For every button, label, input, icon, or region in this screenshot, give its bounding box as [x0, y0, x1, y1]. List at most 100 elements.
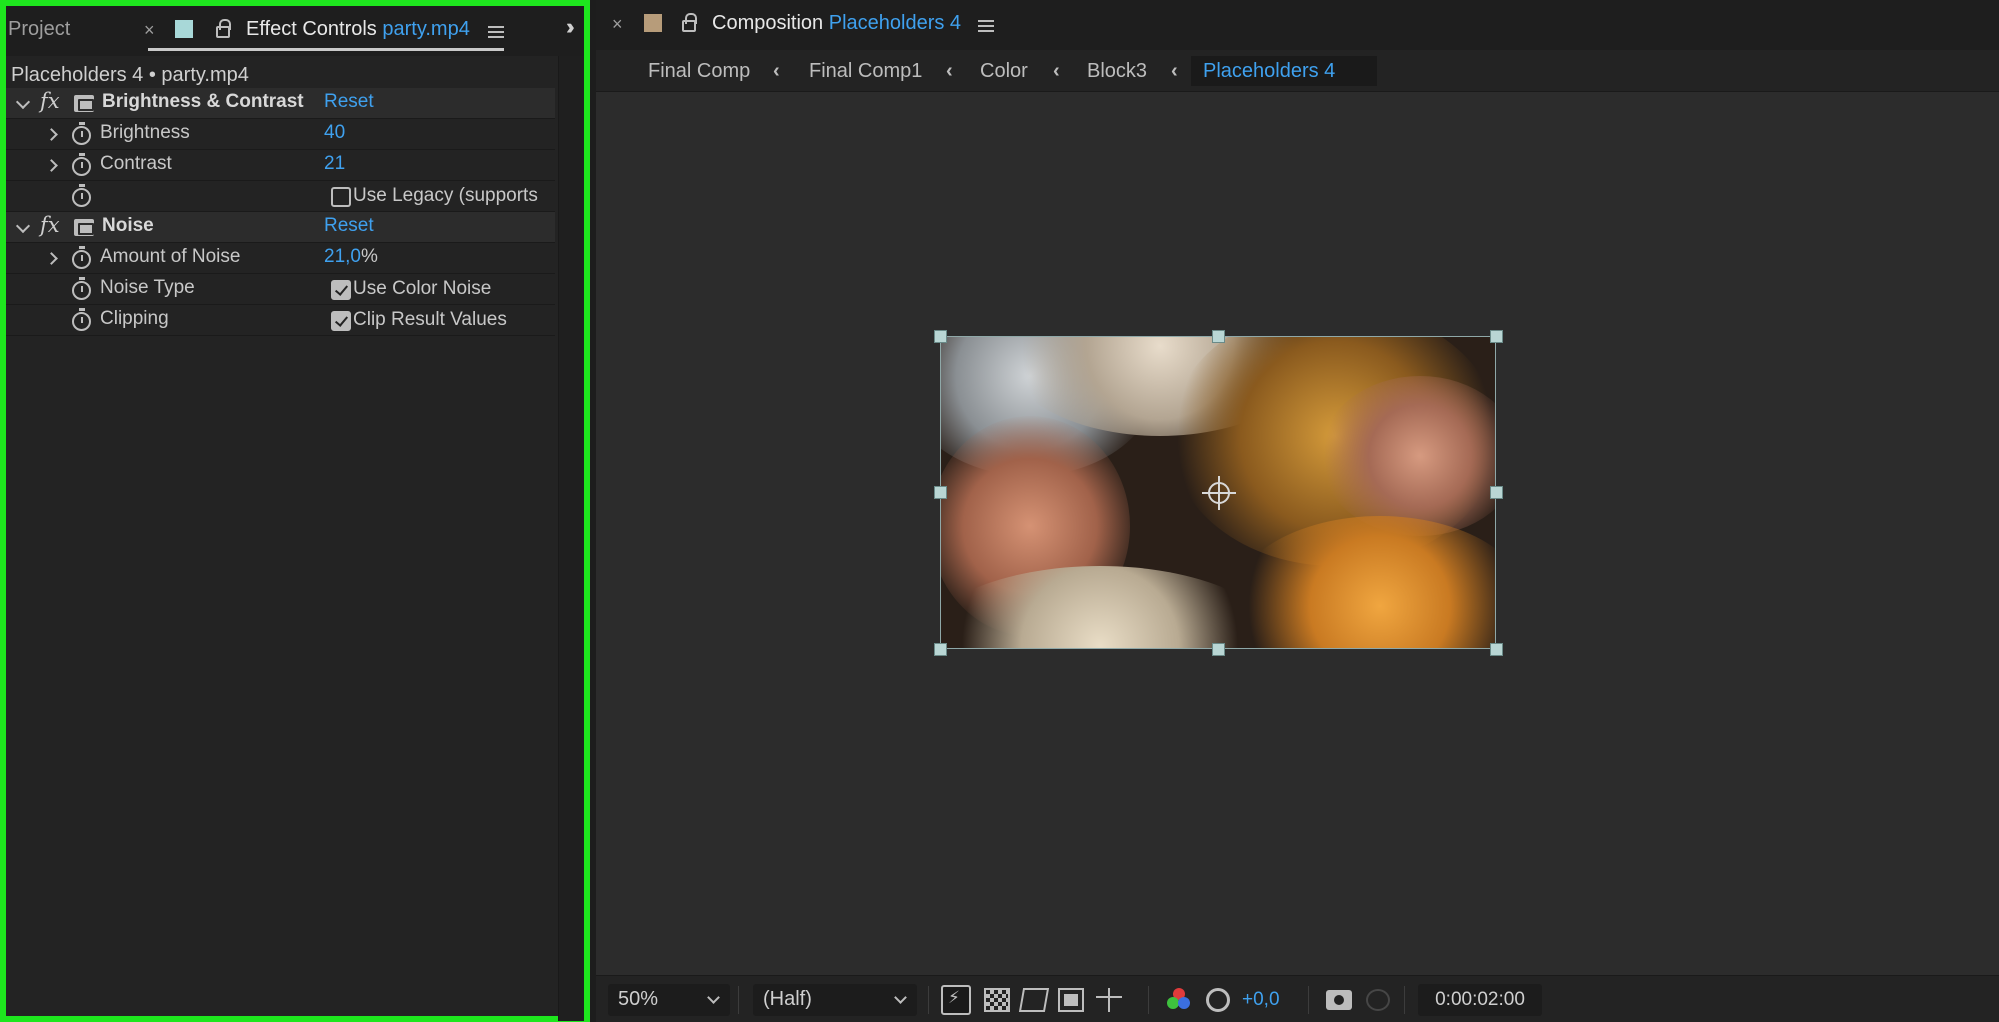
transform-handle[interactable]: [1212, 643, 1225, 656]
param-label: Noise Type: [100, 277, 195, 298]
breadcrumb-item[interactable]: Block3: [1087, 60, 1147, 83]
transform-handle[interactable]: [934, 486, 947, 499]
breadcrumb-item[interactable]: Color: [980, 60, 1028, 83]
param-label: Contrast: [100, 153, 172, 174]
preset-icon: [74, 219, 94, 236]
param-value-amount-of-noise[interactable]: 21,0%: [324, 246, 378, 268]
param-label: Brightness: [100, 122, 190, 143]
effect-controls-header: Placeholders 4 • party.mp4: [11, 64, 249, 86]
toolbar-divider: [1148, 986, 1149, 1014]
chevron-down-icon: [894, 991, 907, 1004]
tab-project[interactable]: Project: [8, 18, 70, 41]
breadcrumb-item-active[interactable]: Placeholders 4: [1191, 56, 1377, 86]
chevron-down-icon[interactable]: [15, 94, 31, 110]
param-row-use-legacy: Use Legacy (supports: [6, 181, 555, 212]
breadcrumb-item[interactable]: Final Comp: [648, 60, 750, 83]
label-color-swatch[interactable]: [644, 14, 662, 32]
stopwatch-icon[interactable]: [72, 246, 91, 269]
transform-handle[interactable]: [934, 330, 947, 343]
camera-icon[interactable]: [1326, 990, 1352, 1010]
checkbox-label: Use Color Noise: [353, 278, 492, 299]
anchor-point-icon[interactable]: [1202, 476, 1236, 510]
param-value-brightness[interactable]: 40: [324, 122, 345, 144]
breadcrumb: Final Comp ‹ Final Comp1 ‹ Color ‹ Block…: [596, 50, 1999, 92]
clip-result-values-checkbox[interactable]: [331, 311, 351, 331]
effect-controls-panel: Project × Effect Controls party.mp4 ›› P…: [0, 0, 590, 1022]
param-value-contrast[interactable]: 21: [324, 153, 345, 175]
toolbar-divider: [738, 986, 739, 1014]
param-row-clipping: Clipping Clip Result Values: [6, 305, 555, 336]
effect-row-brightness-contrast[interactable]: fx Brightness & Contrast Reset: [6, 88, 555, 119]
stopwatch-icon[interactable]: [72, 184, 91, 207]
toolbar-divider: [1308, 986, 1309, 1014]
current-time-display[interactable]: 0:00:02:00: [1418, 984, 1542, 1016]
lock-icon[interactable]: [682, 13, 697, 32]
panel-menu-icon[interactable]: [488, 26, 504, 38]
amount-unit: %: [360, 246, 378, 267]
tab-effect-controls[interactable]: Effect Controls party.mp4: [246, 18, 470, 41]
expand-panels-icon[interactable]: ››: [566, 14, 574, 40]
chevron-down-icon[interactable]: [15, 218, 31, 234]
tab-project-close-icon[interactable]: ×: [144, 20, 155, 41]
toolbar-divider: [1404, 986, 1405, 1014]
effect-name: Noise: [102, 215, 154, 236]
breadcrumb-active-label: Placeholders 4: [1203, 60, 1336, 82]
transform-handle[interactable]: [1490, 643, 1503, 656]
fx-icon[interactable]: fx: [40, 213, 60, 237]
chevron-left-icon: ‹: [1053, 60, 1060, 82]
chevron-right-icon[interactable]: [45, 159, 58, 172]
amount-value: 21,0: [324, 246, 361, 267]
param-row-amount-of-noise: Amount of Noise 21,0%: [6, 243, 555, 274]
zoom-dropdown[interactable]: 50%: [608, 984, 730, 1016]
exposure-icon[interactable]: [1206, 988, 1230, 1012]
resolution-value: (Half): [763, 988, 812, 1010]
panel-menu-icon[interactable]: [978, 20, 994, 32]
channel-icon[interactable]: [1166, 988, 1192, 1012]
grid-guides-icon[interactable]: [1096, 988, 1122, 1012]
effect-row-noise[interactable]: fx Noise Reset: [6, 212, 555, 243]
composition-close-icon[interactable]: ×: [612, 14, 623, 35]
exposure-value[interactable]: +0,0: [1242, 989, 1280, 1011]
reset-button[interactable]: Reset: [324, 91, 374, 113]
use-color-noise-checkbox[interactable]: [331, 280, 351, 300]
region-of-interest-icon[interactable]: [1058, 988, 1084, 1012]
zoom-value: 50%: [618, 988, 659, 1010]
composition-name: Placeholders 4: [828, 12, 962, 34]
transform-handle[interactable]: [934, 643, 947, 656]
use-legacy-checkbox[interactable]: [331, 187, 351, 207]
chevron-down-icon: [707, 991, 720, 1004]
param-row-brightness: Brightness 40: [6, 119, 555, 150]
transform-handle[interactable]: [1212, 330, 1225, 343]
stopwatch-icon[interactable]: [72, 153, 91, 176]
transform-handle[interactable]: [1490, 330, 1503, 343]
composition-viewer[interactable]: [596, 93, 1999, 975]
tab-composition[interactable]: Composition Placeholders 4: [712, 12, 961, 35]
fast-previews-icon[interactable]: [941, 985, 971, 1015]
checkbox-label: Clip Result Values: [353, 309, 507, 330]
param-row-noise-type: Noise Type Use Color Noise: [6, 274, 555, 305]
toolbar-divider: [928, 986, 929, 1014]
stopwatch-icon[interactable]: [72, 308, 91, 331]
chevron-right-icon[interactable]: [45, 128, 58, 141]
chevron-left-icon: ‹: [1171, 60, 1178, 82]
active-tab-underline: [148, 48, 504, 51]
breadcrumb-item[interactable]: Final Comp1: [809, 60, 922, 83]
reset-button[interactable]: Reset: [324, 215, 374, 237]
checkbox-label: Use Legacy (supports: [353, 185, 538, 206]
resolution-dropdown[interactable]: (Half): [753, 984, 917, 1016]
transparency-grid-icon[interactable]: [984, 988, 1010, 1012]
chevron-right-icon[interactable]: [45, 252, 58, 265]
mask-path-icon[interactable]: [1018, 988, 1050, 1012]
composition-tabbar: × Composition Placeholders 4: [596, 0, 1999, 50]
fx-icon[interactable]: fx: [40, 89, 60, 113]
stopwatch-icon[interactable]: [72, 277, 91, 300]
scrollbar[interactable]: [558, 56, 584, 1021]
lock-icon[interactable]: [216, 19, 231, 38]
param-label: Clipping: [100, 308, 169, 329]
chevron-left-icon: ‹: [946, 60, 953, 82]
stopwatch-icon[interactable]: [72, 122, 91, 145]
chevron-left-icon: ‹: [773, 60, 780, 82]
show-snapshot-icon[interactable]: [1366, 989, 1390, 1011]
transform-handle[interactable]: [1490, 486, 1503, 499]
label-color-swatch[interactable]: [175, 20, 193, 38]
